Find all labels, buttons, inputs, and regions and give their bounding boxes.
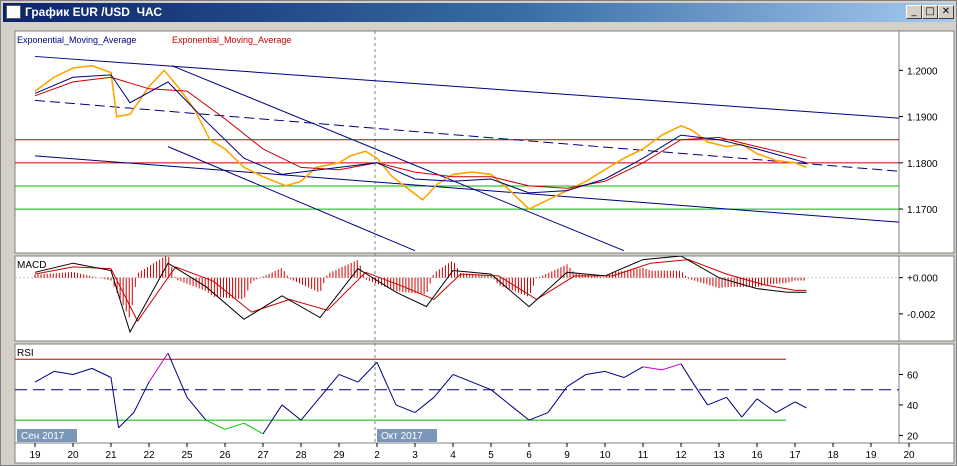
chart-canvas: 19 20 21 22 25 26 27 28 29 2 3 4 5 6 9 10 11 12 13 16 17 18 19…: [14, 30, 955, 464]
x-axis-strip: [14, 442, 955, 464]
x-tick-label: 26: [219, 450, 231, 461]
macd-title: MACD: [17, 260, 46, 271]
x-tick-label: 2: [374, 450, 380, 461]
x-tick-label: 28: [295, 450, 307, 461]
x-tick-label: 29: [333, 450, 345, 461]
rsi-y-tick-label: 40: [907, 401, 919, 412]
x-tick-label: 21: [105, 450, 117, 461]
x-tick-label: 16: [751, 450, 763, 461]
x-tick-label: 19: [865, 450, 877, 461]
x-tick-label: 19: [29, 450, 41, 461]
legend-ema-fast: Exponential_Moving_Average: [17, 35, 136, 45]
x-tick-label: 9: [564, 450, 570, 461]
x-tick-label: 25: [181, 450, 193, 461]
x-tick-label: 22: [143, 450, 155, 461]
rsi-title: RSI: [17, 348, 34, 359]
period-label: Сен 2017: [21, 431, 65, 442]
y-tick-label: 1.2000: [907, 66, 938, 77]
y-axis-panel-1: [898, 255, 955, 342]
y-tick-label: 1.1700: [907, 205, 938, 216]
x-tick-label: 13: [713, 450, 725, 461]
rsi-y-tick-label: 60: [907, 370, 919, 381]
period-label: Окт 2017: [381, 431, 423, 442]
x-tick-label: 3: [412, 450, 418, 461]
x-tick-label: 11: [638, 450, 649, 461]
x-tick-label: 6: [526, 450, 532, 461]
legend-ema-slow: Exponential_Moving_Average: [172, 35, 291, 45]
x-tick-label: 12: [675, 450, 687, 461]
macd-y-tick-label: -0.002: [907, 310, 936, 321]
x-tick-label: 10: [599, 450, 611, 461]
y-axis-panel-0: [898, 30, 955, 254]
x-tick-label: 18: [827, 450, 839, 461]
macd-y-tick-label: +0.000: [907, 274, 938, 285]
x-tick-label: 5: [488, 450, 494, 461]
x-tick-label: 27: [257, 450, 269, 461]
x-tick-label: 20: [67, 450, 79, 461]
x-tick-label: 20: [903, 450, 915, 461]
y-axis-panel-2: [898, 343, 955, 444]
y-tick-label: 1.1800: [907, 159, 938, 170]
x-tick-label: 4: [450, 450, 456, 461]
chart-window: График EUR /USD ЧАС _ □ ✕ 19 20 21 22 25 26 27…: [0, 0, 957, 466]
rsi-y-tick-label: 20: [907, 431, 919, 442]
x-tick-label: 17: [789, 450, 801, 461]
y-tick-label: 1.1900: [907, 113, 938, 124]
